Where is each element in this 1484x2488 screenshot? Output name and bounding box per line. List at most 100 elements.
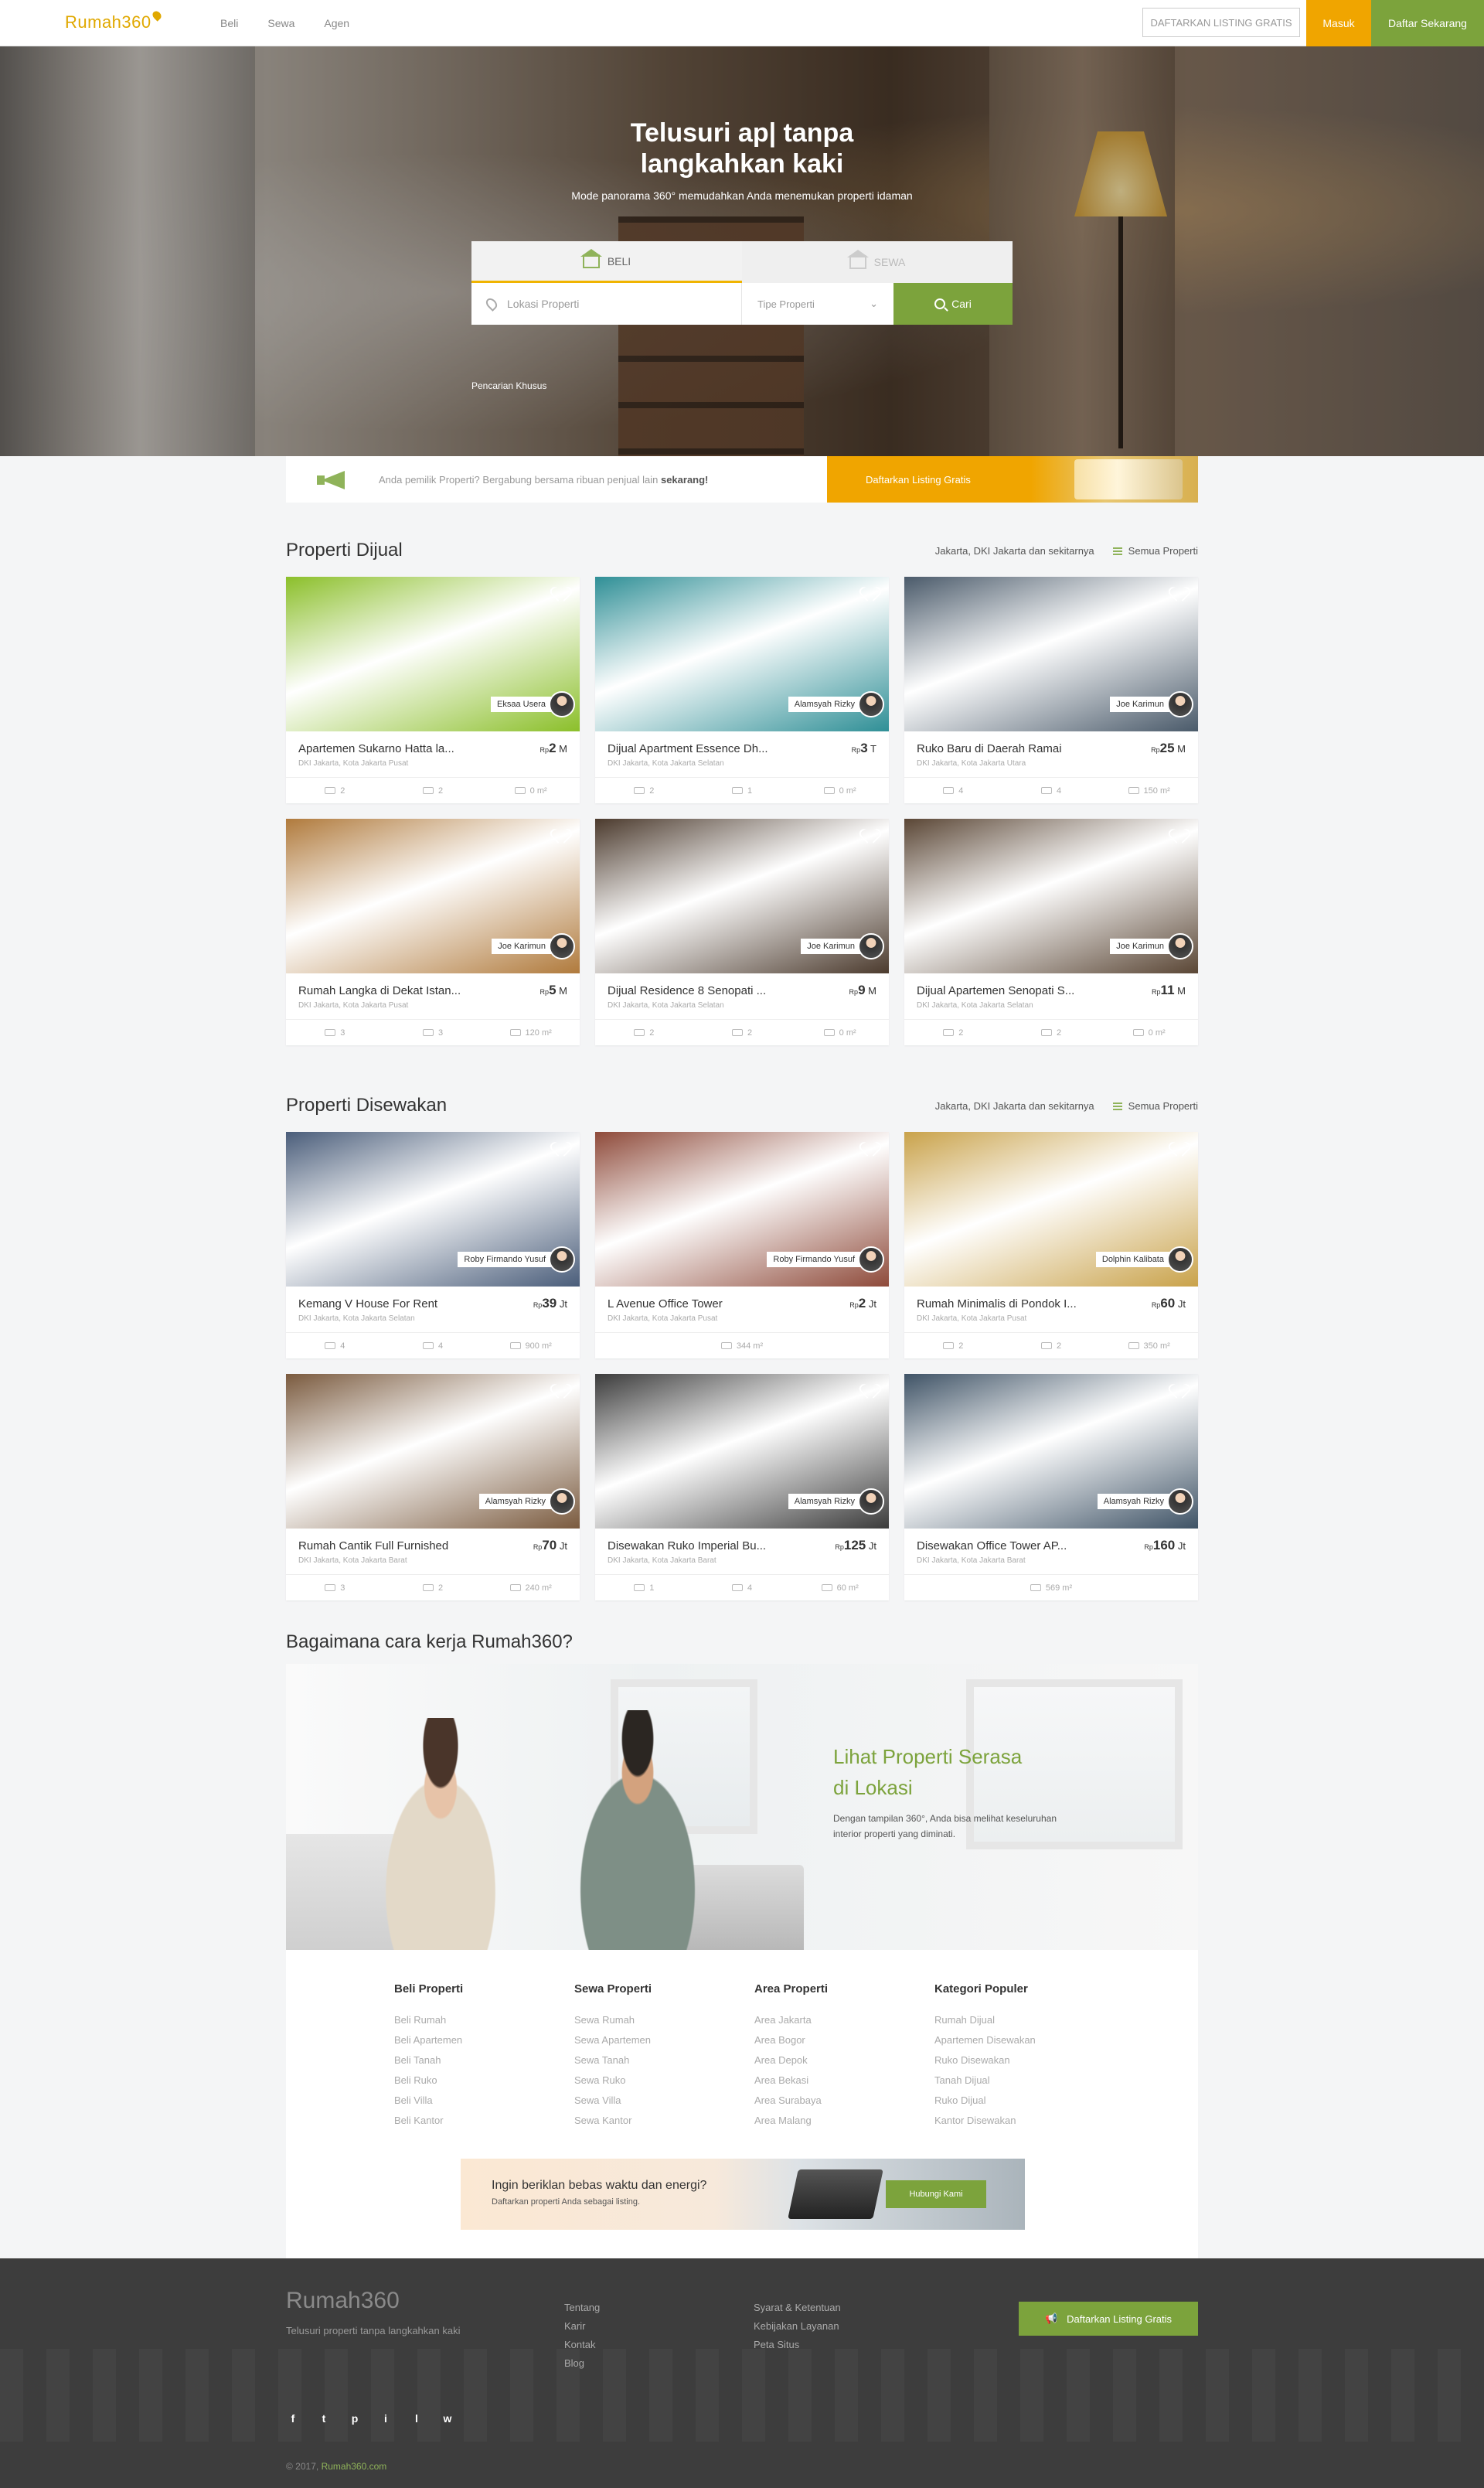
property-title[interactable]: Dijual Apartemen Senopati S...	[917, 984, 1074, 997]
category-link[interactable]: Sewa Rumah	[574, 2014, 754, 2026]
twitter-icon[interactable]: t	[317, 2411, 331, 2425]
property-photo[interactable]: Joe Karimun	[904, 819, 1198, 973]
property-title[interactable]: Rumah Langka di Dekat Istan...	[298, 984, 461, 997]
property-title[interactable]: Disewakan Office Tower AP...	[917, 1539, 1067, 1552]
property-title[interactable]: Kemang V House For Rent	[298, 1297, 437, 1310]
favorite-heart-icon[interactable]	[555, 1143, 570, 1157]
favorite-heart-icon[interactable]	[555, 1385, 570, 1399]
favorite-heart-icon[interactable]	[1173, 1385, 1189, 1399]
property-title[interactable]: L Avenue Office Tower	[608, 1297, 723, 1310]
all-properties-link[interactable]: Semua Properti	[1112, 1100, 1198, 1112]
agent-badge[interactable]: Joe Karimun	[801, 933, 884, 959]
login-button[interactable]: Masuk	[1306, 0, 1371, 46]
favorite-heart-icon[interactable]	[555, 588, 570, 602]
location-input[interactable]: Lokasi Properti	[471, 283, 742, 325]
category-link[interactable]: Area Surabaya	[754, 2094, 934, 2107]
property-photo[interactable]: Roby Firmando Yusuf	[595, 1132, 889, 1287]
property-photo[interactable]: Alamsyah Rizky	[595, 1374, 889, 1529]
category-link[interactable]: Ruko Dijual	[934, 2094, 1115, 2107]
category-link[interactable]: Beli Ruko	[394, 2074, 574, 2087]
footer-link-tentang[interactable]: Tentang	[564, 2302, 600, 2314]
category-link[interactable]: Kantor Disewakan	[934, 2115, 1115, 2127]
property-type-select[interactable]: Tipe Properti ⌄	[742, 283, 893, 325]
footer-link-karir[interactable]: Karir	[564, 2320, 600, 2333]
footer-link-kontak[interactable]: Kontak	[564, 2339, 600, 2351]
favorite-heart-icon[interactable]	[555, 830, 570, 844]
footer-logo[interactable]: Rumah360	[286, 2288, 400, 2314]
property-photo[interactable]: Dolphin Kalibata	[904, 1132, 1198, 1287]
property-title[interactable]: Disewakan Ruko Imperial Bu...	[608, 1539, 766, 1552]
contact-us-button[interactable]: Hubungi Kami	[886, 2180, 986, 2208]
favorite-heart-icon[interactable]	[1173, 588, 1189, 602]
property-title[interactable]: Dijual Residence 8 Senopati ...	[608, 984, 766, 997]
property-card[interactable]: Joe Karimun Rumah Langka di Dekat Istan..…	[286, 819, 580, 1045]
favorite-heart-icon[interactable]	[1173, 830, 1189, 844]
property-card[interactable]: Joe Karimun Dijual Residence 8 Senopati .…	[595, 819, 889, 1045]
category-link[interactable]: Beli Villa	[394, 2094, 574, 2107]
all-properties-link[interactable]: Semua Properti	[1112, 545, 1198, 557]
category-link[interactable]: Sewa Apartemen	[574, 2034, 754, 2047]
footer-link-policy[interactable]: Kebijakan Layanan	[754, 2320, 841, 2333]
list-free-button[interactable]: DAFTARKAN LISTING GRATIS	[1142, 8, 1300, 37]
category-link[interactable]: Beli Apartemen	[394, 2034, 574, 2047]
property-photo[interactable]: Joe Karimun	[286, 819, 580, 973]
category-link[interactable]: Area Depok	[754, 2054, 934, 2067]
property-title[interactable]: Rumah Minimalis di Pondok I...	[917, 1297, 1077, 1310]
property-photo[interactable]: Alamsyah Rizky	[595, 577, 889, 731]
search-button[interactable]: Cari	[893, 283, 1013, 325]
site-link[interactable]: Rumah360.com	[322, 2461, 387, 2472]
tab-beli[interactable]: BELI	[471, 241, 742, 283]
nav-beli[interactable]: Beli	[220, 17, 238, 29]
favorite-heart-icon[interactable]	[864, 1385, 880, 1399]
agent-badge[interactable]: Roby Firmando Yusuf	[767, 1246, 884, 1273]
nav-sewa[interactable]: Sewa	[267, 17, 294, 29]
favorite-heart-icon[interactable]	[864, 1143, 880, 1157]
property-card[interactable]: Alamsyah Rizky Disewakan Office Tower AP.…	[904, 1374, 1198, 1600]
footer-link-sitemap[interactable]: Peta Situs	[754, 2339, 841, 2351]
category-link[interactable]: Area Jakarta	[754, 2014, 934, 2026]
footer-link-terms[interactable]: Syarat & Ketentuan	[754, 2302, 841, 2314]
agent-badge[interactable]: Joe Karimun	[492, 933, 575, 959]
category-link[interactable]: Area Malang	[754, 2115, 934, 2127]
category-link[interactable]: Apartemen Disewakan	[934, 2034, 1115, 2047]
site-logo[interactable]: Rumah360	[65, 9, 163, 32]
location-filter[interactable]: Jakarta, DKI Jakarta dan sekitarnya	[935, 545, 1094, 557]
favorite-heart-icon[interactable]	[1173, 1143, 1189, 1157]
agent-badge[interactable]: Alamsyah Rizky	[1097, 1488, 1193, 1515]
whatsapp-icon[interactable]: w	[441, 2411, 454, 2425]
nav-agen[interactable]: Agen	[324, 17, 349, 29]
property-photo[interactable]: Eksaa Usera	[286, 577, 580, 731]
agent-badge[interactable]: Eksaa Usera	[491, 691, 575, 717]
property-card[interactable]: Joe Karimun Ruko Baru di Daerah Ramai Rp25…	[904, 577, 1198, 803]
property-title[interactable]: Dijual Apartment Essence Dh...	[608, 742, 768, 755]
property-photo[interactable]: Joe Karimun	[595, 819, 889, 973]
agent-badge[interactable]: Joe Karimun	[1110, 933, 1193, 959]
agent-badge[interactable]: Dolphin Kalibata	[1095, 1246, 1193, 1273]
special-search-link[interactable]: Pencarian Khusus	[471, 380, 546, 391]
property-card[interactable]: Alamsyah Rizky Disewakan Ruko Imperial Bu…	[595, 1374, 889, 1600]
agent-badge[interactable]: Roby Firmando Yusuf	[458, 1246, 575, 1273]
category-link[interactable]: Area Bekasi	[754, 2074, 934, 2087]
agent-badge[interactable]: Alamsyah Rizky	[478, 1488, 575, 1515]
category-link[interactable]: Sewa Tanah	[574, 2054, 754, 2067]
signup-button[interactable]: Daftar Sekarang	[1371, 0, 1484, 46]
tab-sewa[interactable]: SEWA	[742, 241, 1013, 283]
instagram-icon[interactable]: i	[379, 2411, 393, 2425]
property-card[interactable]: Roby Firmando Yusuf L Avenue Office Tower…	[595, 1132, 889, 1358]
location-filter[interactable]: Jakarta, DKI Jakarta dan sekitarnya	[935, 1100, 1094, 1112]
property-photo[interactable]: Joe Karimun	[904, 577, 1198, 731]
favorite-heart-icon[interactable]	[864, 830, 880, 844]
category-link[interactable]: Beli Kantor	[394, 2115, 574, 2127]
property-title[interactable]: Ruko Baru di Daerah Ramai	[917, 742, 1062, 755]
line-icon[interactable]: l	[410, 2411, 424, 2425]
footer-list-button[interactable]: 📢 Daftarkan Listing Gratis	[1019, 2302, 1198, 2336]
property-photo[interactable]: Alamsyah Rizky	[286, 1374, 580, 1529]
category-link[interactable]: Rumah Dijual	[934, 2014, 1115, 2026]
favorite-heart-icon[interactable]	[864, 588, 880, 602]
footer-link-blog[interactable]: Blog	[564, 2357, 600, 2370]
property-card[interactable]: Eksaa Usera Apartemen Sukarno Hatta la...…	[286, 577, 580, 803]
property-card[interactable]: Joe Karimun Dijual Apartemen Senopati S..…	[904, 819, 1198, 1045]
facebook-icon[interactable]: f	[286, 2411, 300, 2425]
property-title[interactable]: Rumah Cantik Full Furnished	[298, 1539, 448, 1552]
category-link[interactable]: Beli Rumah	[394, 2014, 574, 2026]
